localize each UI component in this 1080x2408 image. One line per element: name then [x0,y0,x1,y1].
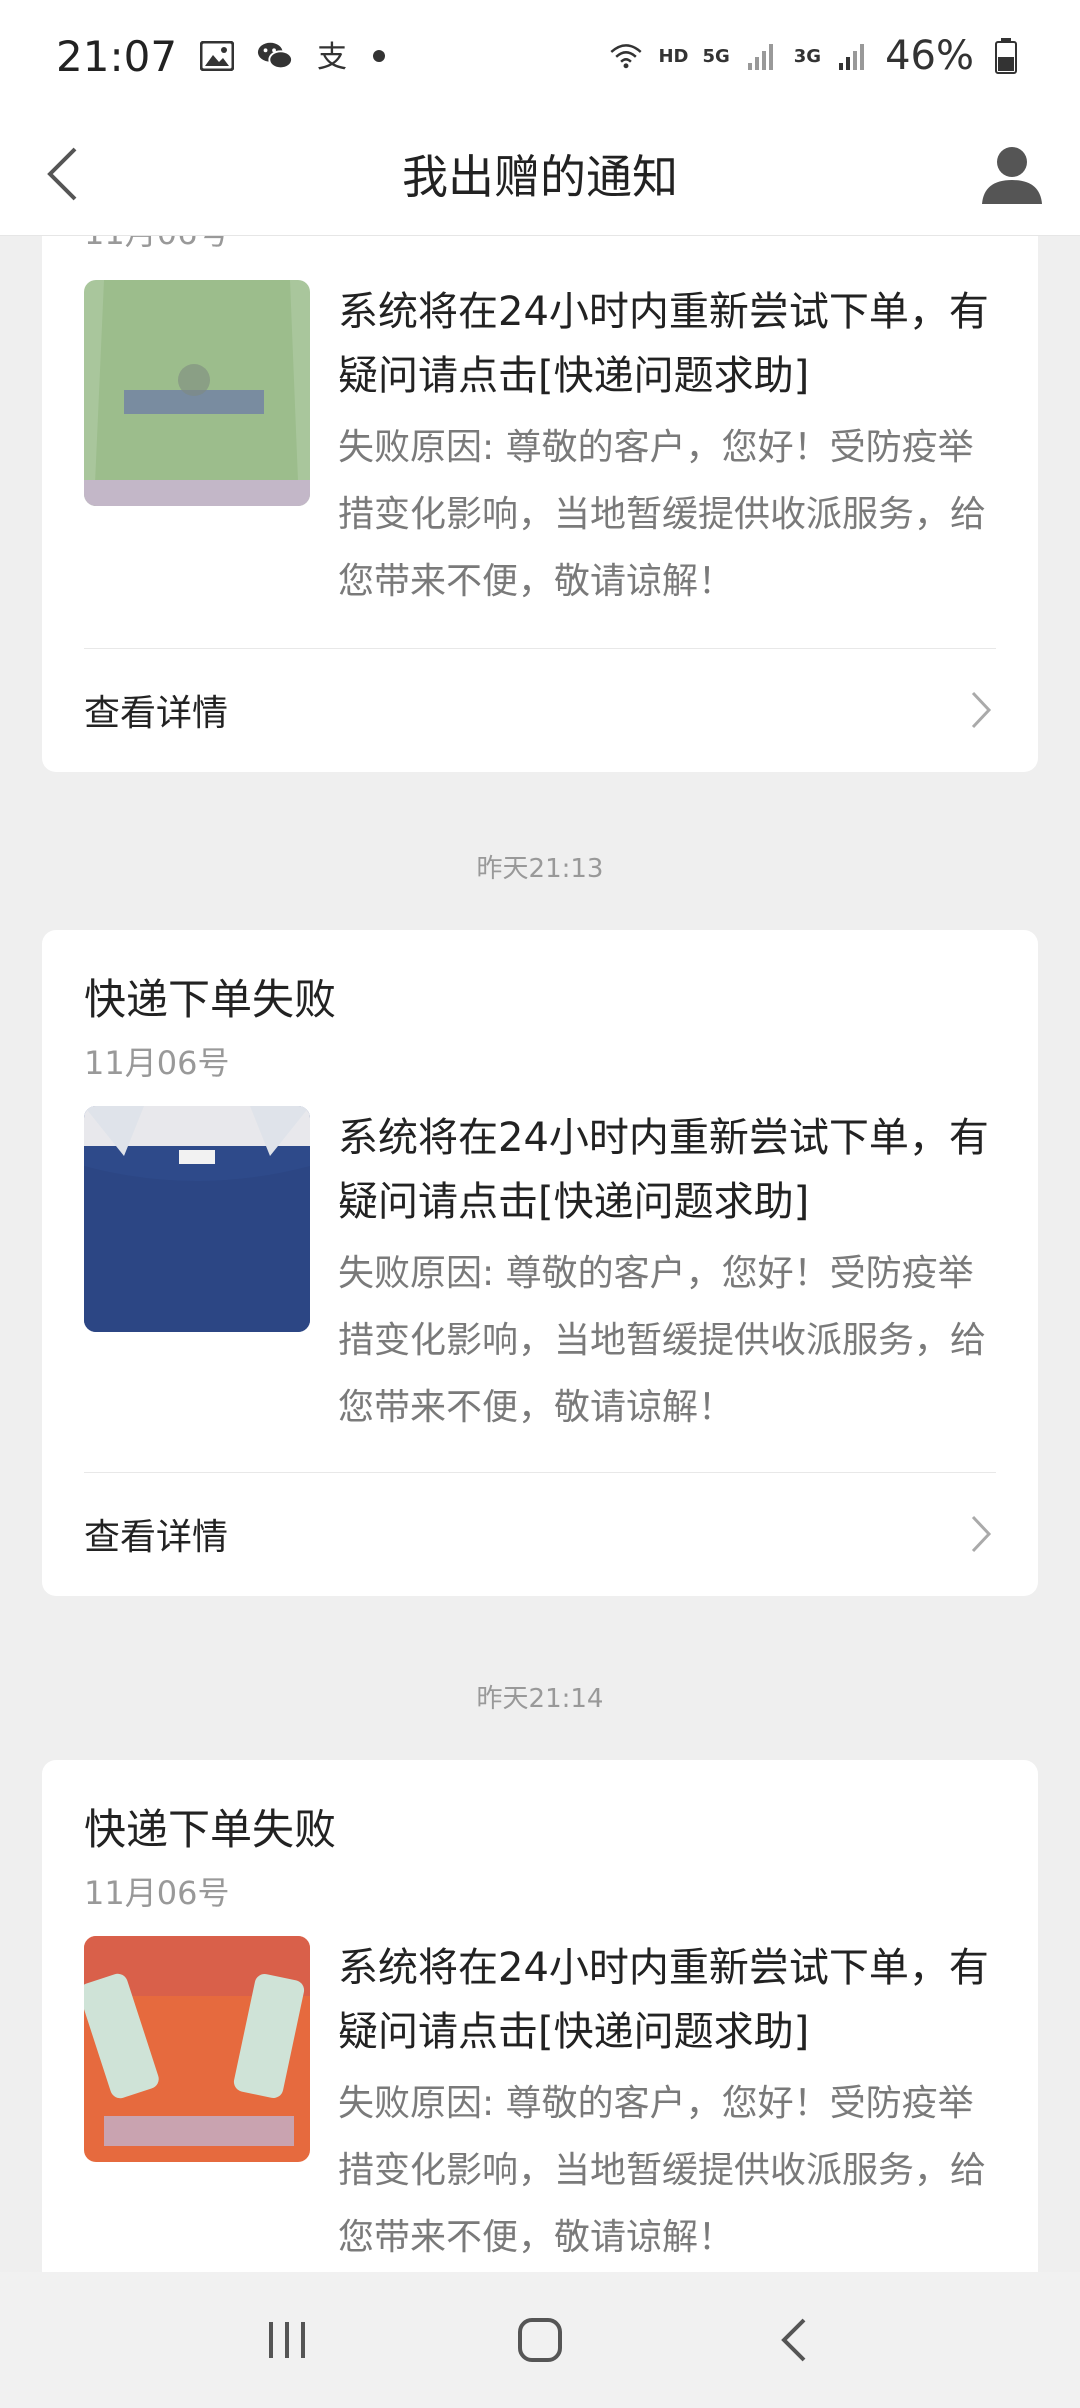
chevron-right-icon [966,688,996,732]
hd-label: HD [658,45,689,67]
wifi-icon [608,38,644,74]
item-thumbnail[interactable] [84,1936,310,2162]
item-thumbnail[interactable] [84,280,310,506]
card-reason: 失败原因: 尊敬的客户，您好！受防疫举措变化影响，当地暂缓提供收派服务，给您带来… [338,2083,987,2258]
card-date: 11月06号 [84,236,229,254]
view-details-label: 查看详情 [84,693,229,734]
notification-card: 11月06号 系统将在24小时内重新尝试下单，有疑问请点击[快递问题求助] 失败… [42,236,1038,772]
wechat-icon [257,38,294,74]
system-back-button[interactable] [743,2300,843,2380]
view-details-row[interactable]: 查看详情 [42,648,1038,772]
svg-text:支: 支 [317,40,347,73]
home-button[interactable] [490,2300,590,2380]
3g-label: 3G [793,45,822,67]
profile-button[interactable] [970,132,1054,216]
user-avatar-icon [982,147,1042,204]
notification-dot-icon [373,50,386,62]
card-reason: 失败原因: 尊敬的客户，您好！受防疫举措变化影响，当地暂缓提供收派服务，给您带来… [338,1253,987,1428]
card-message[interactable]: 系统将在24小时内重新尝试下单，有疑问请点击[快递问题求助] [338,1106,998,1234]
notification-card: 快递下单失败 11月06号 系统将在24小时内重新尝试下单，有疑问请点击[快递问… [42,1760,1038,2272]
timestamp: 昨天21:14 [476,1684,604,1714]
battery-icon [988,38,1024,74]
card-title: 快递下单失败 [84,1805,337,1854]
header-bar: 我出赠的通知 [0,112,1080,236]
home-icon [517,2318,562,2362]
view-details-label: 查看详情 [84,1517,229,1558]
card-message[interactable]: 系统将在24小时内重新尝试下单，有疑问请点击[快递问题求助] [338,280,998,408]
signal-icon [744,38,780,74]
battery-percent: 46% [885,33,974,79]
signal-icon-2 [835,38,871,74]
5g-label: 5G [702,45,730,67]
card-date: 11月06号 [84,1044,230,1082]
recent-apps-button[interactable] [237,2300,337,2380]
recent-apps-icon [268,2322,305,2358]
view-details-row[interactable]: 查看详情 [42,1472,1038,1596]
card-message[interactable]: 系统将在24小时内重新尝试下单，有疑问请点击[快递问题求助] [338,1936,998,2064]
item-thumbnail[interactable] [84,1106,310,1332]
back-button[interactable] [22,134,102,214]
system-nav-bar [0,2272,1080,2408]
system-back-icon [781,2318,806,2362]
status-bar: 21:07 支 HD 5G 3G 46% [0,0,1080,112]
page-title: 我出赠的通知 [402,149,678,204]
chevron-right-icon [966,1512,996,1556]
status-time: 21:07 [56,31,178,81]
alipay-icon: 支 [315,38,351,74]
card-date: 11月06号 [84,1874,230,1912]
card-title: 快递下单失败 [84,975,337,1024]
notification-card: 快递下单失败 11月06号 系统将在24小时内重新尝试下单，有疑问请点击[快递问… [42,930,1038,1596]
gallery-icon [199,38,235,74]
timestamp: 昨天21:13 [476,854,604,884]
notification-list[interactable]: 11月06号 系统将在24小时内重新尝试下单，有疑问请点击[快递问题求助] 失败… [0,236,1080,2272]
back-arrow-icon [47,147,77,201]
card-reason: 失败原因: 尊敬的客户，您好！受防疫举措变化影响，当地暂缓提供收派服务，给您带来… [338,427,987,602]
